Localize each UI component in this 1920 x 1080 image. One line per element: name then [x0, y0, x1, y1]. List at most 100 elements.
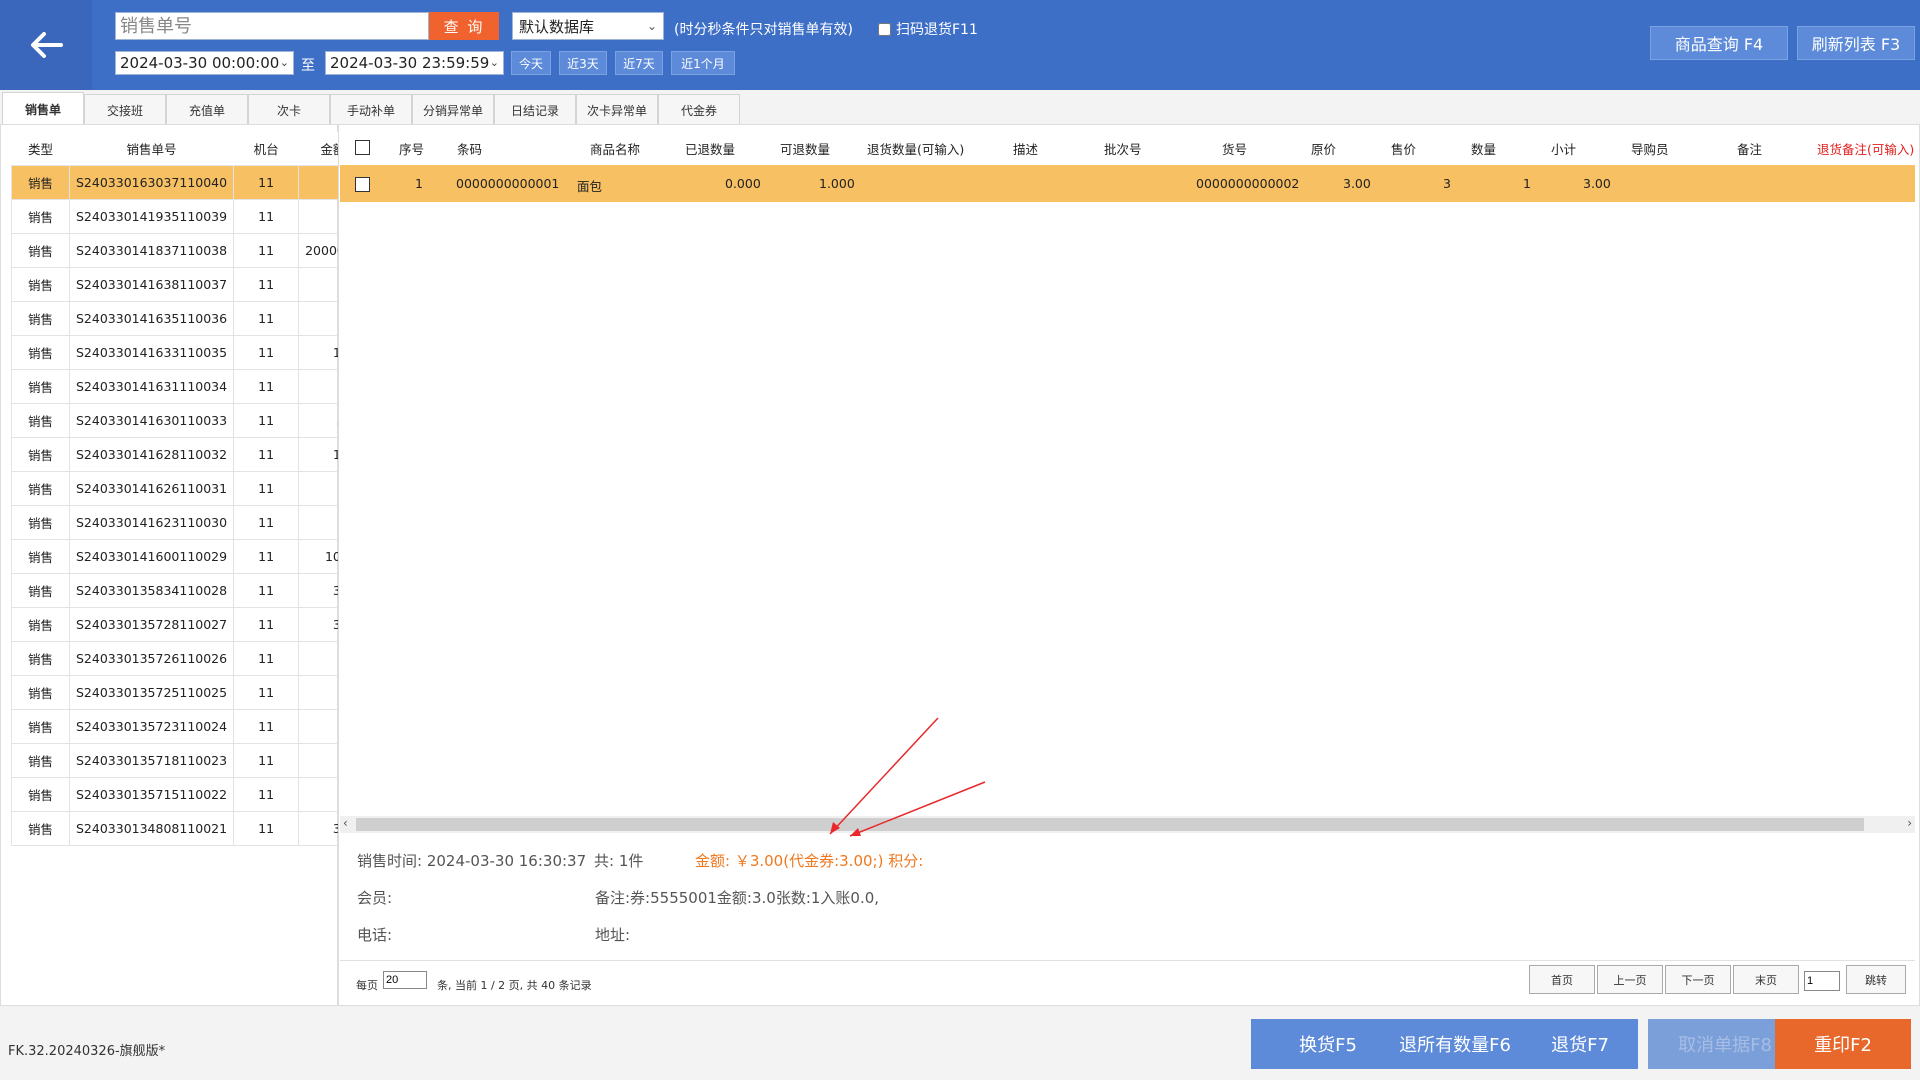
column-header-price: 售价: [1391, 142, 1417, 157]
cell-sale-no: S240330134808110021: [68, 811, 235, 846]
table-row[interactable]: 销售S2403301416331100351116.8: [11, 335, 368, 370]
back-button[interactable]: [0, 0, 92, 90]
scroll-right-icon[interactable]: ›: [1907, 816, 1912, 830]
cell-sale-no: S240330135725110025: [68, 675, 235, 710]
quick-range-7days-button[interactable]: 近7天: [615, 51, 663, 75]
cell-type: 销售: [11, 233, 70, 268]
per-page-label: 每页: [356, 979, 378, 992]
quick-range-3days-button[interactable]: 近3天: [559, 51, 607, 75]
date-to-picker[interactable]: 2024-03-30 23:59:59 ⌄: [325, 51, 504, 75]
cell-type: 销售: [11, 811, 70, 846]
table-row[interactable]: 销售S240330141935110039113: [11, 199, 368, 234]
table-row[interactable]: 销售S2403301416381100371140: [11, 267, 368, 302]
column-header-sale-no: 销售单号: [69, 132, 234, 166]
cell-machine: 11: [233, 675, 300, 710]
column-header-quantity: 数量: [1471, 142, 1497, 157]
reprint-button[interactable]: 重印F2: [1775, 1019, 1911, 1069]
table-row[interactable]: 销售S2403301416281100321116.8: [11, 437, 368, 472]
horizontal-scrollbar[interactable]: ‹ ›: [340, 816, 1915, 833]
cell-machine: 11: [233, 267, 300, 302]
table-row[interactable]: 销售S240330163037110040113: [11, 165, 368, 200]
time-condition-hint: (时分秒条件只对销售单有效): [674, 22, 853, 38]
tab-times-card[interactable]: 次卡: [248, 94, 330, 125]
cell-sale-no: S240330141628110032: [68, 437, 235, 472]
page-summary: 条, 当前 1 / 2 页, 共 40 条记录: [437, 979, 592, 992]
cell-sale-no: S240330141837110038: [68, 233, 235, 268]
cell-sale-no: S240330135718110023: [68, 743, 235, 778]
column-header-seq: 序号: [399, 142, 425, 157]
next-page-button[interactable]: 下一页: [1665, 965, 1731, 994]
cell-sale-no: S240330141600110029: [68, 539, 235, 574]
return-all-button[interactable]: 退所有数量F6: [1378, 1019, 1532, 1069]
scan-return-checkbox[interactable]: [878, 22, 891, 36]
select-all-checkbox[interactable]: [355, 140, 370, 155]
cell-machine: 11: [233, 505, 300, 540]
table-row[interactable]: 销售S240330135725110025111.4: [11, 675, 368, 710]
table-row[interactable]: 销售S2403301358341100281136.6: [11, 573, 368, 608]
date-to-value: 2024-03-30 23:59:59: [330, 54, 490, 72]
table-row[interactable]: 1 0000000000001 面包 0.000 1.000 000000000…: [340, 165, 1915, 202]
cell-sale-no: S240330141630110033: [68, 403, 235, 438]
query-button[interactable]: 查 询: [429, 12, 499, 40]
scroll-left-icon[interactable]: ‹: [343, 816, 348, 830]
product-query-button[interactable]: 商品查询 F4: [1650, 26, 1788, 60]
page-number-input[interactable]: [1804, 971, 1840, 991]
table-header-row: 类型 销售单号 机台 金额: [11, 132, 368, 166]
cell-barcode: 0000000000001: [456, 176, 560, 191]
cell-type: 销售: [11, 607, 70, 642]
column-header-product-name: 商品名称: [590, 142, 641, 157]
cell-machine: 11: [233, 199, 300, 234]
quick-range-1month-button[interactable]: 近1个月: [671, 51, 735, 75]
cell-sale-no: S240330141623110030: [68, 505, 235, 540]
scan-return-label: 扫码退货F11: [896, 22, 978, 38]
scan-return-toggle[interactable]: 扫码退货F11: [878, 19, 978, 39]
scrollbar-thumb[interactable]: [356, 818, 1864, 831]
table-row[interactable]: 销售S24033014160011002911100.8: [11, 539, 368, 574]
tab-distribution-exception[interactable]: 分销异常单: [412, 94, 494, 125]
cell-type: 销售: [11, 743, 70, 778]
table-row[interactable]: 销售S240330135726110026111.4: [11, 641, 368, 676]
database-select[interactable]: 默认数据库 ⌄: [512, 12, 664, 40]
cell-product-name: 面包: [577, 179, 603, 194]
table-row[interactable]: 销售S2403301348081100211134.8: [11, 811, 368, 846]
column-header-original-price: 原价: [1311, 142, 1337, 157]
refresh-list-button[interactable]: 刷新列表 F3: [1797, 26, 1915, 60]
cell-original-price: 3.00: [1343, 176, 1371, 191]
cell-type: 销售: [11, 403, 70, 438]
table-row[interactable]: 销售S2403301416231100301121: [11, 505, 368, 540]
sale-number-search-input[interactable]: [115, 12, 429, 40]
tab-daily-settlement[interactable]: 日结记录: [494, 94, 576, 125]
annotation-arrows: [829, 717, 986, 837]
table-row[interactable]: 销售S2403301416351100361110: [11, 301, 368, 336]
column-header-batch-no: 批次号: [1104, 142, 1142, 157]
tab-sales[interactable]: 销售单: [2, 92, 84, 125]
table-row[interactable]: 销售S2403301416311100341120: [11, 369, 368, 404]
chevron-down-icon: ⌄: [279, 56, 289, 69]
first-page-button[interactable]: 首页: [1529, 965, 1595, 994]
table-row[interactable]: 销售S240330135723110024112.8: [11, 709, 368, 744]
table-row[interactable]: 销售 S240330141837110038 11 2000000: [11, 233, 368, 268]
cell-type: 销售: [11, 573, 70, 608]
quick-range-today-button[interactable]: 今天: [511, 51, 551, 75]
remark-text: 备注:券:5555001金额:3.0张数:1入账0.0,: [595, 889, 880, 907]
tab-times-card-exception[interactable]: 次卡异常单: [576, 94, 658, 125]
order-detail-panel: [338, 124, 1920, 1006]
table-row[interactable]: 销售S2403301416261100311160: [11, 471, 368, 506]
prev-page-button[interactable]: 上一页: [1597, 965, 1663, 994]
tab-recharge[interactable]: 充值单: [166, 94, 248, 125]
tab-voucher[interactable]: 代金券: [658, 94, 740, 125]
tab-manual-order[interactable]: 手动补单: [330, 94, 412, 125]
tab-shift-handover[interactable]: 交接班: [84, 94, 166, 125]
last-page-button[interactable]: 末页: [1733, 965, 1799, 994]
table-row[interactable]: 销售S240330135718110023113.2: [11, 743, 368, 778]
jump-button[interactable]: 跳转: [1846, 965, 1906, 994]
column-header-return-qty: 退货数量(可输入): [867, 142, 965, 157]
date-from-picker[interactable]: 2024-03-30 00:00:00 ⌄: [115, 51, 294, 75]
table-row[interactable]: 销售S240330135715110022119: [11, 777, 368, 812]
table-row[interactable]: 销售S24033014163011003311505: [11, 403, 368, 438]
return-button[interactable]: 退货F7: [1522, 1019, 1638, 1069]
table-row[interactable]: 销售S2403301357281100271133.6: [11, 607, 368, 642]
per-page-input[interactable]: [383, 971, 427, 989]
row-checkbox[interactable]: [355, 177, 370, 192]
cell-sale-no: S240330135723110024: [68, 709, 235, 744]
